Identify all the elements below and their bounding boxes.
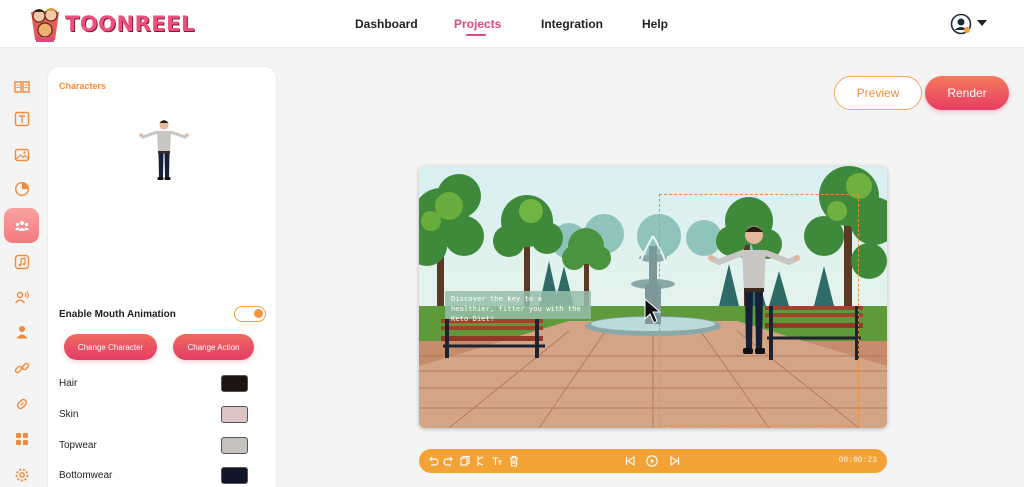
- brand-name: TOONREEL: [65, 12, 195, 36]
- rail-item-book[interactable]: [4, 69, 39, 104]
- tag-icon: [16, 398, 27, 409]
- brand-logo[interactable]: TOONREEL: [27, 4, 195, 44]
- hair-color-swatch[interactable]: [221, 375, 248, 392]
- text-caption-overlay[interactable]: Discover the key to a healthier, fitter …: [445, 291, 591, 323]
- undo-icon[interactable]: [427, 455, 439, 467]
- play-icon[interactable]: [646, 455, 658, 467]
- split-icon[interactable]: [475, 455, 487, 467]
- characters-icon: [14, 220, 29, 231]
- sticker-icon: [14, 181, 29, 196]
- change-character-button[interactable]: Change Character: [64, 334, 157, 360]
- rail-item-voice[interactable]: [4, 279, 39, 314]
- change-action-button[interactable]: Change Action: [173, 334, 254, 360]
- nav-integration[interactable]: Integration: [541, 17, 603, 31]
- account-menu-caret-icon[interactable]: [977, 20, 987, 26]
- attribute-label-topwear: Topwear: [59, 440, 97, 451]
- text-icon: [14, 111, 29, 126]
- render-button[interactable]: Render: [925, 76, 1009, 110]
- text-format-icon[interactable]: [491, 455, 503, 467]
- voice-icon: [14, 290, 29, 303]
- user-avatar-icon[interactable]: [950, 13, 972, 35]
- delete-icon[interactable]: [508, 455, 520, 467]
- rail-item-apps[interactable]: [4, 421, 39, 456]
- preview-button[interactable]: Preview: [834, 76, 922, 110]
- logo-mascot-icon: [31, 8, 59, 42]
- rail-item-tag[interactable]: [4, 386, 39, 421]
- redo-icon[interactable]: [443, 455, 455, 467]
- nav-dashboard[interactable]: Dashboard: [355, 17, 418, 31]
- characters-panel: Characters Enable Mouth Animation Change…: [47, 66, 277, 487]
- link-icon: [14, 362, 29, 373]
- rail-item-person[interactable]: [4, 314, 39, 349]
- person-icon: [16, 325, 27, 338]
- top-navigation-bar: TOONREEL Dashboard Projects Integration …: [0, 0, 1024, 48]
- duplicate-icon[interactable]: [459, 455, 471, 467]
- bottomwear-color-swatch[interactable]: [221, 467, 248, 484]
- book-icon: [13, 80, 30, 93]
- rail-item-music[interactable]: [4, 244, 39, 279]
- rail-item-text[interactable]: [4, 101, 39, 136]
- active-nav-indicator: [466, 34, 486, 36]
- apps-icon: [15, 432, 28, 445]
- panel-title: Characters: [59, 81, 107, 91]
- skin-color-swatch[interactable]: [221, 406, 248, 423]
- rail-item-sticker[interactable]: [4, 171, 39, 206]
- nav-projects[interactable]: Projects: [454, 17, 501, 31]
- attribute-label-bottomwear: Bottomwear: [59, 470, 113, 481]
- rail-item-characters[interactable]: [4, 208, 39, 243]
- skip-forward-icon[interactable]: [669, 455, 681, 467]
- timeline-timestamp: 00:00:23: [838, 456, 877, 465]
- mouth-animation-label: Enable Mouth Animation: [59, 309, 176, 320]
- attribute-label-hair: Hair: [59, 378, 78, 389]
- skip-back-icon[interactable]: [624, 455, 636, 467]
- rail-item-image[interactable]: [4, 137, 39, 172]
- rail-item-link[interactable]: [4, 350, 39, 385]
- toggle-knob: [254, 309, 263, 318]
- settings-icon: [15, 468, 28, 481]
- timeline-toolbar: 00:00:23: [419, 449, 887, 473]
- tool-sidebar: [0, 48, 42, 487]
- music-icon: [14, 254, 29, 269]
- character-selection-box[interactable]: [659, 194, 859, 426]
- mouth-animation-toggle[interactable]: [234, 306, 266, 322]
- nav-help[interactable]: Help: [642, 17, 668, 31]
- topwear-color-swatch[interactable]: [221, 437, 248, 454]
- scene-canvas[interactable]: Discover the key to a healthier, fitter …: [419, 166, 887, 428]
- attribute-label-skin: Skin: [59, 409, 79, 420]
- rail-item-settings[interactable]: [4, 457, 39, 487]
- image-icon: [14, 148, 29, 161]
- character-thumbnail[interactable]: [138, 116, 190, 182]
